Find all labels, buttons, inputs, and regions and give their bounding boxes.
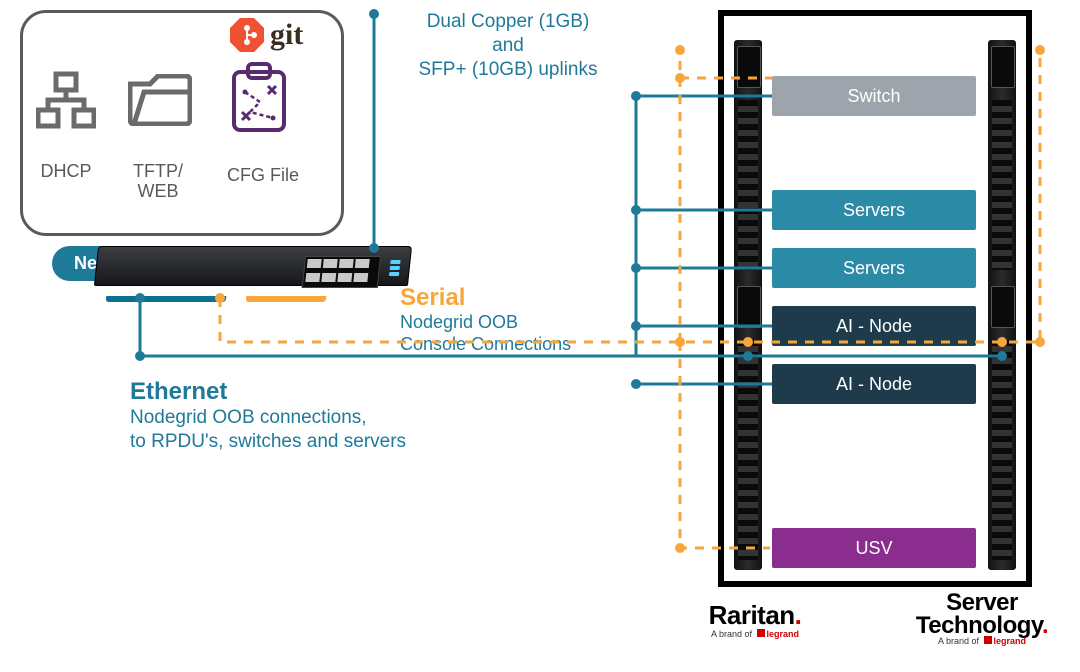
raritan-logo: Raritan A brand of legrand	[680, 600, 830, 639]
rack-ainode-1: AI - Node	[772, 306, 976, 346]
serial-subtitle: Nodegrid OOB Console Connections	[400, 312, 571, 355]
rack-ainode-2: AI - Node	[772, 364, 976, 404]
tftp-label: TFTP/ WEB	[118, 162, 198, 202]
folder-icon	[128, 74, 192, 126]
uplink-line3: SFP+ (10GB) uplinks	[419, 59, 598, 80]
dhcp-icon	[36, 70, 96, 130]
rack-switch: Switch	[772, 76, 976, 116]
rack-servers-1: Servers	[772, 190, 976, 230]
ethernet-title: Ethernet	[130, 378, 227, 406]
raritan-sub-pre: A brand of	[711, 629, 755, 639]
servertech-sub-pre: A brand of	[938, 636, 982, 646]
rack-usv: USV	[772, 528, 976, 568]
ethernet-subtitle: Nodegrid OOB connections, to RPDU's, swi…	[130, 406, 406, 454]
servertech-logo: ServerTechnology A brand of legrand	[892, 592, 1072, 646]
raritan-name: Raritan	[680, 600, 830, 631]
raritan-sub-brand: legrand	[767, 629, 800, 639]
nodegrid-appliance	[96, 246, 410, 296]
git-label: git	[270, 18, 303, 52]
servertech-sub-brand: legrand	[994, 636, 1027, 646]
cfg-label: CFG File	[218, 166, 308, 186]
git-icon	[230, 18, 264, 52]
uplink-line2: and	[492, 35, 524, 56]
dhcp-label: DHCP	[26, 162, 106, 182]
rack-servers-2: Servers	[772, 248, 976, 288]
pdu-right	[988, 40, 1016, 570]
clipboard-icon	[230, 62, 288, 134]
uplink-label: Dual Copper (1GB) and SFP+ (10GB) uplink…	[398, 10, 618, 81]
serial-sub1: Nodegrid OOB	[400, 312, 518, 332]
serial-sub2: Console Connections	[400, 334, 571, 354]
uplink-line1: Dual Copper (1GB)	[427, 11, 590, 32]
serial-title: Serial	[400, 284, 465, 312]
eth-sub1: Nodegrid OOB connections,	[130, 407, 367, 428]
pdu-left	[734, 40, 762, 570]
eth-sub2: to RPDU's, switches and servers	[130, 431, 406, 452]
